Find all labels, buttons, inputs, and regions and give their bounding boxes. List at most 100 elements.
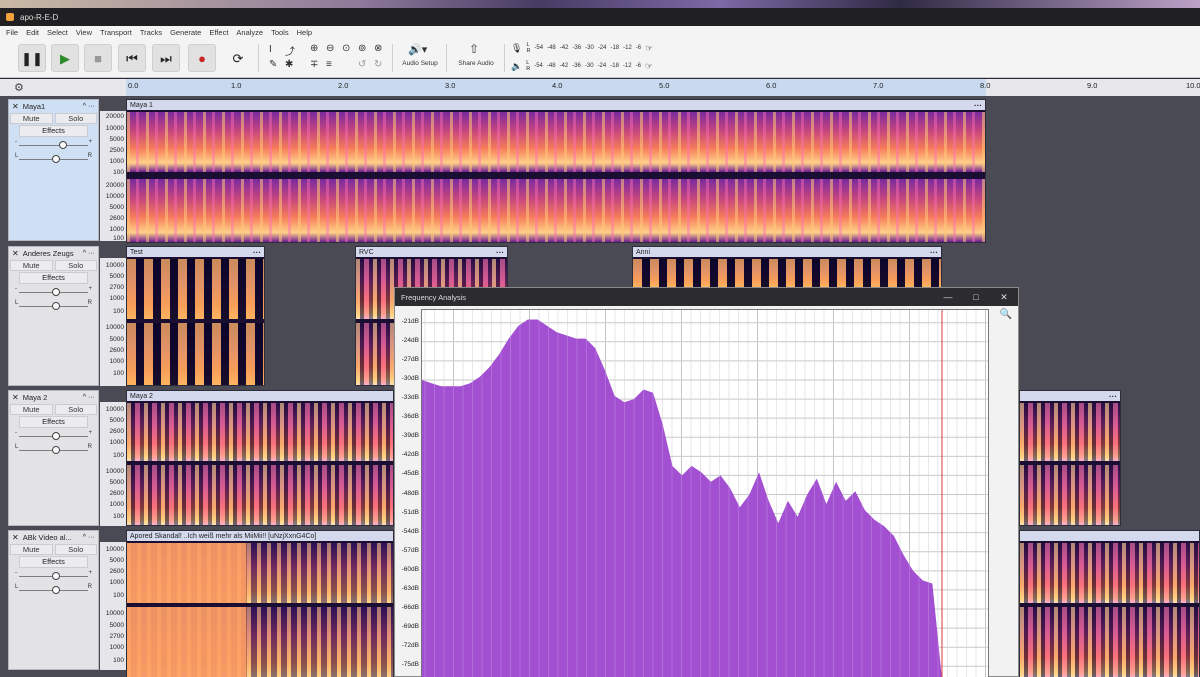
pause-button[interactable]: ❚❚ [18, 44, 46, 72]
audio-clip[interactable]: Maya 2 [126, 390, 394, 526]
solo-button[interactable]: Solo [54, 543, 97, 555]
clip-label[interactable]: Apored Skandal! ..Ich weiß mehr als MiiM… [130, 533, 316, 540]
clip-menu-icon[interactable]: ··· [930, 248, 938, 257]
zoom-out-icon[interactable]: ⊖ [326, 43, 334, 54]
effects-button[interactable]: Effects [19, 272, 88, 284]
play-button[interactable]: ▶ [51, 44, 79, 72]
redo-icon[interactable]: ↻ [374, 59, 382, 70]
pan-slider[interactable]: LR [15, 300, 92, 312]
track-name[interactable]: Anderes Zeugs [23, 249, 74, 258]
menu-tools[interactable]: Tools [271, 28, 289, 37]
mute-button[interactable]: Mute [10, 259, 53, 271]
menu-generate[interactable]: Generate [170, 28, 201, 37]
slider-knob[interactable] [52, 446, 60, 454]
menu-help[interactable]: Help [297, 28, 312, 37]
timeline-settings-icon[interactable]: ⚙ [14, 81, 24, 94]
silence-icon[interactable]: ≡ [326, 59, 332, 70]
track-control-panel[interactable]: ✕ Maya1 ^ ··· Mute Solo Effects - + LR [8, 99, 99, 241]
draw-tool-icon[interactable]: ✎ [269, 59, 277, 70]
slider-knob[interactable] [52, 302, 60, 310]
gain-slider[interactable]: - + [15, 570, 92, 582]
clip-menu-icon[interactable]: ··· [496, 248, 504, 257]
skip-start-button[interactable]: ⏮ [118, 44, 146, 72]
slider-knob[interactable] [52, 155, 60, 163]
slider-knob[interactable] [52, 572, 60, 580]
track-name[interactable]: Maya 2 [23, 393, 48, 402]
clip-menu-icon[interactable]: ··· [1109, 392, 1117, 401]
skip-end-button[interactable]: ⏭ [152, 44, 180, 72]
audio-clip[interactable]: ··· [1019, 390, 1121, 526]
audio-clip[interactable]: Apored Skandal! ..Ich weiß mehr als MiiM… [126, 530, 394, 677]
close-icon[interactable]: ✕ [990, 292, 1018, 303]
zoom-fit-icon[interactable]: ⊚ [358, 43, 366, 54]
clip-menu-icon[interactable]: ··· [253, 248, 261, 257]
mute-button[interactable]: Mute [10, 403, 53, 415]
pan-slider[interactable]: LR [15, 444, 92, 456]
audio-setup-icon[interactable]: 🔊▾ [408, 43, 427, 56]
share-audio-label[interactable]: Share Audio [452, 60, 500, 67]
slider-knob[interactable] [52, 288, 60, 296]
loop-button[interactable]: ⟳ [224, 44, 252, 72]
hand-pointer-icon[interactable]: ☞ [645, 61, 653, 72]
menu-analyze[interactable]: Analyze [236, 28, 263, 37]
frequency-analysis-window[interactable]: Frequency Analysis — □ ✕ -21dB -24dB -27dB… [394, 287, 1019, 677]
track-menu-icon[interactable]: ^ ··· [83, 250, 95, 257]
close-track-icon[interactable]: ✕ [12, 533, 19, 542]
track-menu-icon[interactable]: ^ ··· [83, 394, 95, 401]
audio-clip[interactable]: Anni ··· [632, 246, 942, 287]
track-control-panel[interactable]: ✕ Maya 2 ^ ··· Mute Solo Effects - + LR [8, 390, 99, 526]
playback-meter[interactable]: 🔈 LR -54 -48 -42 -36 -30 -24 -18 -12 -6 … [511, 59, 657, 73]
menu-view[interactable]: View [76, 28, 92, 37]
track-name[interactable]: ABk Video al... [23, 533, 72, 542]
menu-effect[interactable]: Effect [209, 28, 228, 37]
record-button[interactable]: ● [188, 44, 216, 72]
clip-label[interactable]: Test [130, 249, 143, 256]
envelope-tool-icon[interactable]: ⤴ [285, 43, 295, 58]
gain-slider[interactable]: - + [15, 430, 92, 442]
timeline-ruler[interactable]: ⚙ 0.0 1.0 2.0 3.0 4.0 5.0 6.0 7.0 8.0 9.… [0, 79, 1200, 96]
track-control-panel[interactable]: ✕ ABk Video al... ^ ··· Mute Solo Effects -… [8, 530, 99, 670]
mute-button[interactable]: Mute [10, 543, 53, 555]
effects-button[interactable]: Effects [19, 556, 88, 568]
menu-select[interactable]: Select [47, 28, 68, 37]
gain-slider[interactable]: - + [15, 139, 92, 151]
pan-slider[interactable]: LR [15, 584, 92, 596]
solo-button[interactable]: Solo [54, 112, 97, 124]
effects-button[interactable]: Effects [19, 125, 88, 137]
clip-menu-icon[interactable]: ··· [974, 101, 982, 110]
zoom-toggle-icon[interactable]: ⊗ [374, 43, 382, 54]
zoom-in-icon[interactable]: ⊕ [310, 43, 318, 54]
clip-label[interactable]: Anni [636, 249, 650, 256]
hand-pointer-icon[interactable]: ☞ [645, 43, 653, 54]
frequency-analysis-titlebar[interactable]: Frequency Analysis — □ ✕ [395, 288, 1018, 306]
clip-label[interactable]: Maya 1 [130, 102, 153, 109]
solo-button[interactable]: Solo [54, 259, 97, 271]
close-track-icon[interactable]: ✕ [12, 102, 19, 111]
stop-button[interactable]: ■ [84, 44, 112, 72]
effects-button[interactable]: Effects [19, 416, 88, 428]
menu-edit[interactable]: Edit [26, 28, 39, 37]
selection-tool-icon[interactable]: I [269, 44, 272, 55]
audio-clip[interactable]: Maya 1 ··· [126, 99, 986, 243]
record-meter[interactable]: 🎙 LR -54 -48 -42 -36 -30 -24 -18 -12 -6 … [511, 41, 657, 55]
close-track-icon[interactable]: ✕ [12, 249, 19, 258]
menu-transport[interactable]: Transport [100, 28, 132, 37]
audio-clip[interactable]: Test ··· [126, 246, 265, 386]
slider-knob[interactable] [52, 586, 60, 594]
mute-button[interactable]: Mute [10, 112, 53, 124]
menu-tracks[interactable]: Tracks [140, 28, 162, 37]
share-audio-icon[interactable]: ⇧ [469, 42, 479, 56]
audio-clip[interactable] [1019, 530, 1200, 677]
track-name[interactable]: Maya1 [23, 102, 46, 111]
trim-icon[interactable]: ∓ [310, 59, 318, 70]
slider-knob[interactable] [59, 141, 67, 149]
solo-button[interactable]: Solo [54, 403, 97, 415]
slider-knob[interactable] [52, 432, 60, 440]
track-menu-icon[interactable]: ^ ··· [83, 534, 95, 541]
track-menu-icon[interactable]: ^ ··· [83, 103, 95, 110]
zoom-icon[interactable]: 🔍 [1000, 309, 1012, 320]
multi-tool-icon[interactable]: ✱ [285, 59, 293, 70]
undo-icon[interactable]: ↺ [358, 59, 366, 70]
maximize-icon[interactable]: □ [962, 292, 990, 303]
clip-label[interactable]: RVC [359, 249, 374, 256]
